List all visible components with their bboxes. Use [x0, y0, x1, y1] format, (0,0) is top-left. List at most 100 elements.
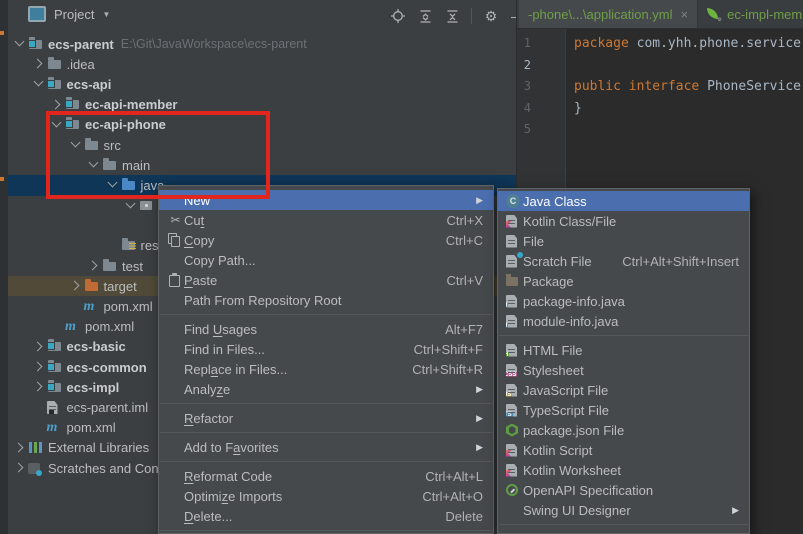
chevron-down-icon[interactable]: [105, 177, 121, 193]
submenu-arrow-icon: ▶: [476, 383, 483, 394]
menu-item-refactor[interactable]: Refactor ▶: [159, 408, 493, 428]
chevron-right-icon[interactable]: [31, 359, 47, 375]
menu-item-openapi-specification[interactable]: OpenAPI Specification: [498, 480, 749, 500]
menu-item-java-class[interactable]: C Java Class: [498, 191, 749, 211]
chevron-right-icon[interactable]: [68, 278, 84, 294]
menu-item-add-to-favorites[interactable]: Add to Favorites ▶: [159, 437, 493, 457]
menu-item-delete[interactable]: Delete... Delete: [159, 506, 493, 526]
menu-item-find-in-files[interactable]: Find in Files... Ctrl+Shift+F: [159, 339, 493, 359]
menu-shortcut: Ctrl+X: [446, 212, 483, 228]
chevron-right-icon[interactable]: [31, 56, 47, 72]
menu-item-kotlin-script[interactable]: Kotlin Script: [498, 440, 749, 460]
tree-row-ec-api-phone[interactable]: ec-api-phone: [8, 115, 517, 135]
chevron-down-icon[interactable]: [86, 157, 102, 173]
module-icon: [46, 359, 65, 375]
chevron-down-icon[interactable]: [68, 137, 84, 153]
expand-all-icon[interactable]: [417, 8, 433, 24]
menu-item-analyze[interactable]: Analyze ▶: [159, 379, 493, 399]
menu-item-label: File: [523, 233, 544, 249]
menu-item-file[interactable]: File: [498, 231, 749, 251]
stripe-marker-icon: [0, 31, 4, 35]
chevron-right-icon[interactable]: [49, 97, 65, 113]
menu-item-find-usages[interactable]: Find Usages Alt+F7: [159, 319, 493, 339]
menu-item-label: Optimize Imports: [184, 488, 283, 504]
menu-item-kotlin-class-file[interactable]: Kotlin Class/File: [498, 211, 749, 231]
submenu-arrow-icon: ▶: [476, 441, 483, 452]
chevron-down-icon[interactable]: [123, 198, 139, 214]
menu-item-module-info-java[interactable]: Jmodule-info.java: [498, 311, 749, 331]
menu-item-package-json-file[interactable]: package.json File: [498, 420, 749, 440]
menu-item-javascript-file[interactable]: JS JavaScript File: [498, 380, 749, 400]
chevron-placeholder: [105, 238, 121, 254]
menu-item-stylesheet[interactable]: CSS Stylesheet: [498, 360, 749, 380]
tree-item-label: ec-api-member: [85, 97, 178, 113]
close-tab-icon[interactable]: ×: [681, 7, 689, 22]
menu-item-reformat-code[interactable]: Reformat Code Ctrl+Alt+L: [159, 466, 493, 486]
gear-icon[interactable]: ⚙: [483, 8, 499, 24]
menu-item-label: Replace in Files...: [184, 361, 288, 377]
chevron-right-icon[interactable]: [31, 339, 47, 355]
line-number: 5: [523, 122, 531, 136]
menu-item-label: OpenAPI Specification: [523, 482, 654, 498]
blank-icon: [167, 341, 184, 357]
project-tool-icon: [28, 6, 46, 22]
menu-item-label: New: [184, 192, 211, 208]
chevron-right-icon[interactable]: [12, 460, 28, 476]
blank-icon: [167, 321, 184, 337]
collapse-all-icon[interactable]: [444, 8, 460, 24]
project-panel-header: Project ▼ ⚙: [8, 0, 525, 33]
menu-item-copy[interactable]: Copy Ctrl+C: [159, 230, 493, 250]
menu-item-package-info-java[interactable]: Jpackage-info.java: [498, 291, 749, 311]
tree-item-label: src: [103, 137, 121, 153]
menu-item-new[interactable]: New ▶: [159, 190, 493, 210]
menu-item-label: HTML File: [523, 342, 583, 358]
menu-separator: [160, 461, 492, 462]
tree-row-main[interactable]: main: [8, 155, 517, 175]
menu-item-swing-ui-designer[interactable]: Swing UI Designer ▶: [498, 500, 749, 520]
html-icon: H: [506, 342, 523, 358]
tree-row-ec-api-member[interactable]: ec-api-member: [8, 95, 517, 115]
module-icon: [46, 76, 65, 92]
menu-item-html-file[interactable]: H HTML File: [498, 340, 749, 360]
tree-row-src[interactable]: src: [8, 135, 517, 155]
menu-item-scratch-file[interactable]: Scratch File Ctrl+Alt+Shift+Insert: [498, 251, 749, 271]
blank-icon: [167, 292, 184, 308]
blank-icon: [167, 410, 184, 426]
module-icon: [46, 379, 65, 395]
menu-item-replace-in-files[interactable]: Replace in Files... Ctrl+Shift+R: [159, 359, 493, 379]
css-icon: CSS: [506, 362, 523, 378]
chevron-right-icon[interactable]: [12, 440, 28, 456]
locate-file-icon[interactable]: [390, 8, 406, 24]
menu-item-typescript-file[interactable]: TS TypeScript File: [498, 400, 749, 420]
menu-item-optimize-imports[interactable]: Optimize Imports Ctrl+Alt+O: [159, 486, 493, 506]
editor-tab-ec-impl-memb[interactable]: ⚙ ec-impl-memb: [698, 0, 803, 28]
project-view-selector[interactable]: Project ▼: [28, 6, 110, 22]
spring-boot-icon: ⚙: [707, 7, 722, 23]
tree-row-ecs-parent[interactable]: ecs-parent E:\Git\JavaWorkspace\ecs-paren…: [8, 34, 517, 54]
chevron-right-icon[interactable]: [86, 258, 102, 274]
maven-icon: m: [65, 318, 76, 334]
menu-item-package[interactable]: Package: [498, 271, 749, 291]
menu-item-cut[interactable]: ✂ Cut Ctrl+X: [159, 210, 493, 230]
editor-tab-phone-application-yml[interactable]: -phone\...\application.yml ×: [519, 0, 699, 28]
menu-item-kotlin-worksheet[interactable]: Kotlin Worksheet: [498, 460, 749, 480]
menu-item-copy-path[interactable]: Copy Path...: [159, 250, 493, 270]
menu-item-label: module-info.java: [523, 313, 619, 329]
menu-item-path-from-repository-root[interactable]: Path From Repository Root: [159, 290, 493, 310]
chevron-down-icon[interactable]: [49, 117, 65, 133]
menu-item-editorconfig-file[interactable]: ⚙EditorConfig File: [498, 529, 749, 534]
blank-icon: [167, 468, 184, 484]
submenu-arrow-icon: ▶: [476, 194, 483, 205]
menu-item-label: Refactor: [184, 410, 234, 426]
menu-item-label: Copy: [184, 232, 215, 248]
menu-item-paste[interactable]: Paste Ctrl+V: [159, 270, 493, 290]
chevron-down-icon[interactable]: [12, 36, 28, 52]
tree-row-ecs-api[interactable]: ecs-api: [8, 74, 517, 94]
chevron-right-icon[interactable]: [31, 379, 47, 395]
menu-item-label: Path From Repository Root: [184, 292, 342, 308]
tree-row-idea[interactable]: .idea: [8, 54, 517, 74]
tree-item-label: test: [122, 258, 143, 274]
folder-excluded-icon: [84, 278, 102, 294]
chevron-down-icon[interactable]: [31, 76, 47, 92]
